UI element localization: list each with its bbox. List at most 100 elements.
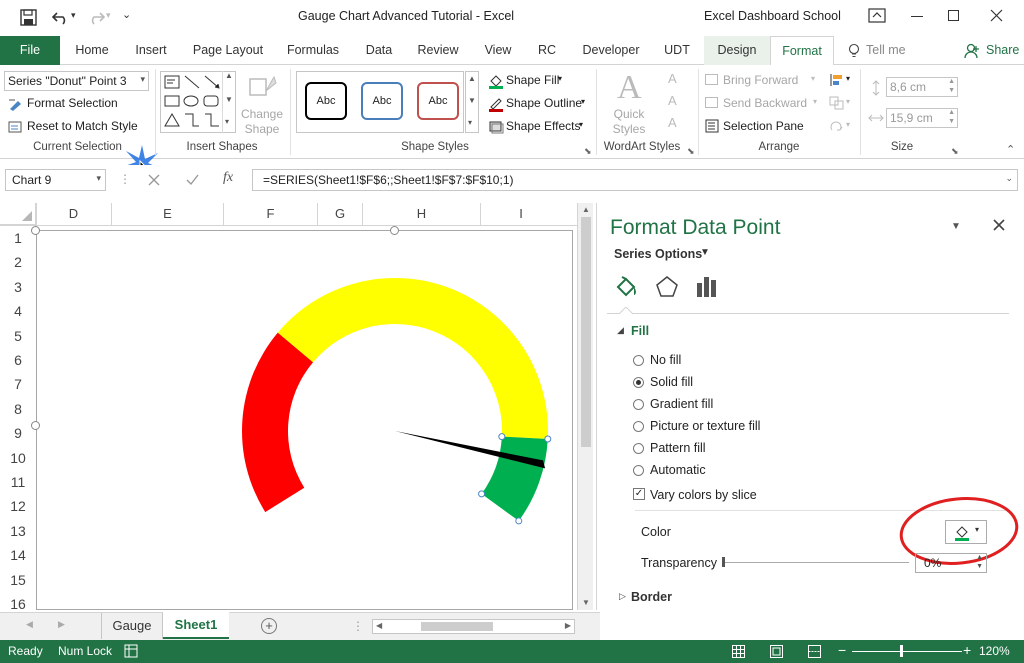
ribbon-display-options-icon[interactable] (868, 8, 886, 24)
send-backward-button[interactable]: Send Backward (723, 96, 807, 110)
chart-resize-handle-corner[interactable] (31, 226, 40, 235)
sheet-tab-gauge[interactable]: Gauge (101, 613, 163, 639)
account-name[interactable]: Excel Dashboard School (704, 9, 841, 23)
new-sheet-icon[interactable]: + (261, 618, 277, 634)
radio-picture-fill[interactable] (633, 421, 644, 432)
row-header-8[interactable]: 8 (0, 397, 36, 421)
tab-rc[interactable]: RC (528, 36, 566, 65)
tab-review[interactable]: Review (410, 36, 466, 65)
redo-icon[interactable] (87, 9, 105, 25)
scroll-up-icon[interactable]: ▲ (582, 205, 590, 214)
name-box[interactable]: Chart 9 ▾ (5, 169, 106, 191)
shape-height-input[interactable]: 8,6 cm ▲ ▼ (886, 77, 958, 97)
redo-dropdown-icon[interactable]: ▾ (106, 10, 111, 21)
close-pane-icon[interactable] (993, 219, 1005, 231)
transparency-input[interactable]: 0% ▲ ▼ (915, 553, 987, 573)
group-objects-icon[interactable] (829, 96, 845, 110)
column-header-g[interactable]: G (318, 203, 363, 225)
rotate-icon[interactable] (829, 119, 845, 133)
selection-pane-button[interactable]: Selection Pane (723, 119, 804, 133)
row-header-14[interactable]: 14 (0, 543, 36, 567)
chart-resize-handle-left[interactable] (31, 421, 40, 430)
option-automatic-label[interactable]: Automatic (650, 463, 706, 477)
tab-view[interactable]: View (476, 36, 520, 65)
shapes-scroll[interactable]: ▲ ▼ ▾ (222, 71, 236, 133)
row-header-2[interactable]: 2 (0, 250, 36, 274)
vary-colors-checkbox[interactable]: ✓ (633, 488, 645, 500)
chart-elements-dropdown[interactable]: Series "Donut" Point 3 ▾ (4, 71, 149, 91)
horizontal-scrollbar[interactable]: ◀ ▶ (372, 619, 575, 634)
tab-developer[interactable]: Developer (574, 36, 648, 65)
option-no-fill-label[interactable]: No fill (650, 353, 681, 367)
tab-page-layout[interactable]: Page Layout (188, 36, 268, 65)
reset-to-match-style-button[interactable]: Reset to Match Style (27, 119, 138, 133)
zoom-in-icon[interactable]: + (963, 642, 971, 658)
selection-handle[interactable] (478, 490, 486, 498)
sheet-tab-sheet1[interactable]: Sheet1 (163, 612, 229, 639)
gauge-segment-red[interactable] (242, 332, 314, 513)
column-header-e[interactable]: E (112, 203, 224, 225)
scroll-left-icon[interactable]: ◀ (376, 621, 382, 630)
column-header-i[interactable]: I (481, 203, 561, 225)
tell-me-search[interactable]: Tell me (866, 43, 906, 57)
minimize-icon[interactable] (911, 16, 923, 17)
selection-handle[interactable] (544, 435, 552, 443)
shape-width-input[interactable]: 15,9 cm ▲ ▼ (886, 108, 958, 128)
align-icon[interactable] (829, 73, 845, 87)
scroll-down-icon[interactable]: ▼ (582, 598, 590, 607)
chart-area[interactable] (36, 230, 573, 610)
row-header-7[interactable]: 7 (0, 372, 36, 396)
macro-record-icon[interactable] (124, 644, 138, 658)
tab-format[interactable]: Format (770, 36, 834, 66)
scroll-sheets-left-icon[interactable]: ◀ (26, 619, 33, 630)
row-header-3[interactable]: 3 (0, 275, 36, 299)
text-outline-icon[interactable]: A (668, 93, 677, 108)
shape-styles-gallery[interactable]: Abc Abc Abc (296, 71, 464, 133)
qat-customize-icon[interactable]: ⌄ (122, 8, 131, 21)
formula-input[interactable]: =SERIES(Sheet1!$F$6;;Sheet1!$F$7:$F$10;1… (252, 169, 1018, 191)
radio-no-fill[interactable] (633, 355, 644, 366)
tab-split-grip-icon[interactable]: ⋮ (352, 619, 364, 633)
scroll-right-icon[interactable]: ▶ (565, 621, 571, 630)
selection-handle[interactable] (498, 433, 506, 441)
maximize-icon[interactable] (948, 10, 959, 21)
enter-icon[interactable] (186, 174, 199, 186)
expand-border-icon[interactable]: ▷ (619, 591, 626, 602)
row-header-5[interactable]: 5 (0, 324, 36, 348)
chart-resize-handle-top[interactable] (390, 226, 399, 235)
tab-udt[interactable]: UDT (656, 36, 698, 65)
expand-formula-icon[interactable]: ⌄ (1005, 173, 1013, 184)
series-options-icon[interactable] (696, 275, 718, 299)
radio-gradient-fill[interactable] (633, 399, 644, 410)
tab-file[interactable]: File (0, 36, 60, 65)
tab-design[interactable]: Design (704, 36, 770, 65)
page-break-view-icon[interactable] (808, 645, 821, 658)
shape-style-2[interactable]: Abc (361, 82, 403, 120)
border-section-header[interactable]: Border (631, 590, 672, 604)
scroll-thumb[interactable] (581, 217, 591, 447)
undo-icon[interactable] (52, 9, 70, 25)
selection-handle[interactable] (515, 517, 523, 525)
row-header-10[interactable]: 10 (0, 446, 36, 470)
row-header-15[interactable]: 15 (0, 568, 36, 592)
scroll-thumb[interactable] (421, 622, 493, 631)
radio-pattern-fill[interactable] (633, 443, 644, 454)
zoom-slider-thumb[interactable] (900, 645, 903, 657)
column-header-f[interactable]: F (224, 203, 318, 225)
gauge-segment-yellow[interactable] (277, 278, 548, 440)
transparency-slider-thumb[interactable] (722, 557, 725, 567)
row-header-4[interactable]: 4 (0, 299, 36, 323)
save-icon[interactable] (20, 9, 38, 27)
option-pattern-fill-label[interactable]: Pattern fill (650, 441, 706, 455)
tab-data[interactable]: Data (356, 36, 402, 65)
tab-formulas[interactable]: Formulas (280, 36, 346, 65)
insert-function-icon[interactable]: fx (223, 170, 233, 186)
shape-style-3[interactable]: Abc (417, 82, 459, 120)
change-shape-button[interactable]: Change Shape (240, 107, 284, 137)
vary-colors-label[interactable]: Vary colors by slice (650, 488, 757, 502)
chevron-down-icon[interactable]: ▼ (700, 247, 710, 258)
quick-styles-button[interactable]: Quick Styles (606, 107, 652, 137)
fill-section-header[interactable]: Fill (631, 324, 649, 338)
zoom-out-icon[interactable]: − (838, 642, 846, 658)
transparency-slider[interactable] (723, 562, 909, 563)
